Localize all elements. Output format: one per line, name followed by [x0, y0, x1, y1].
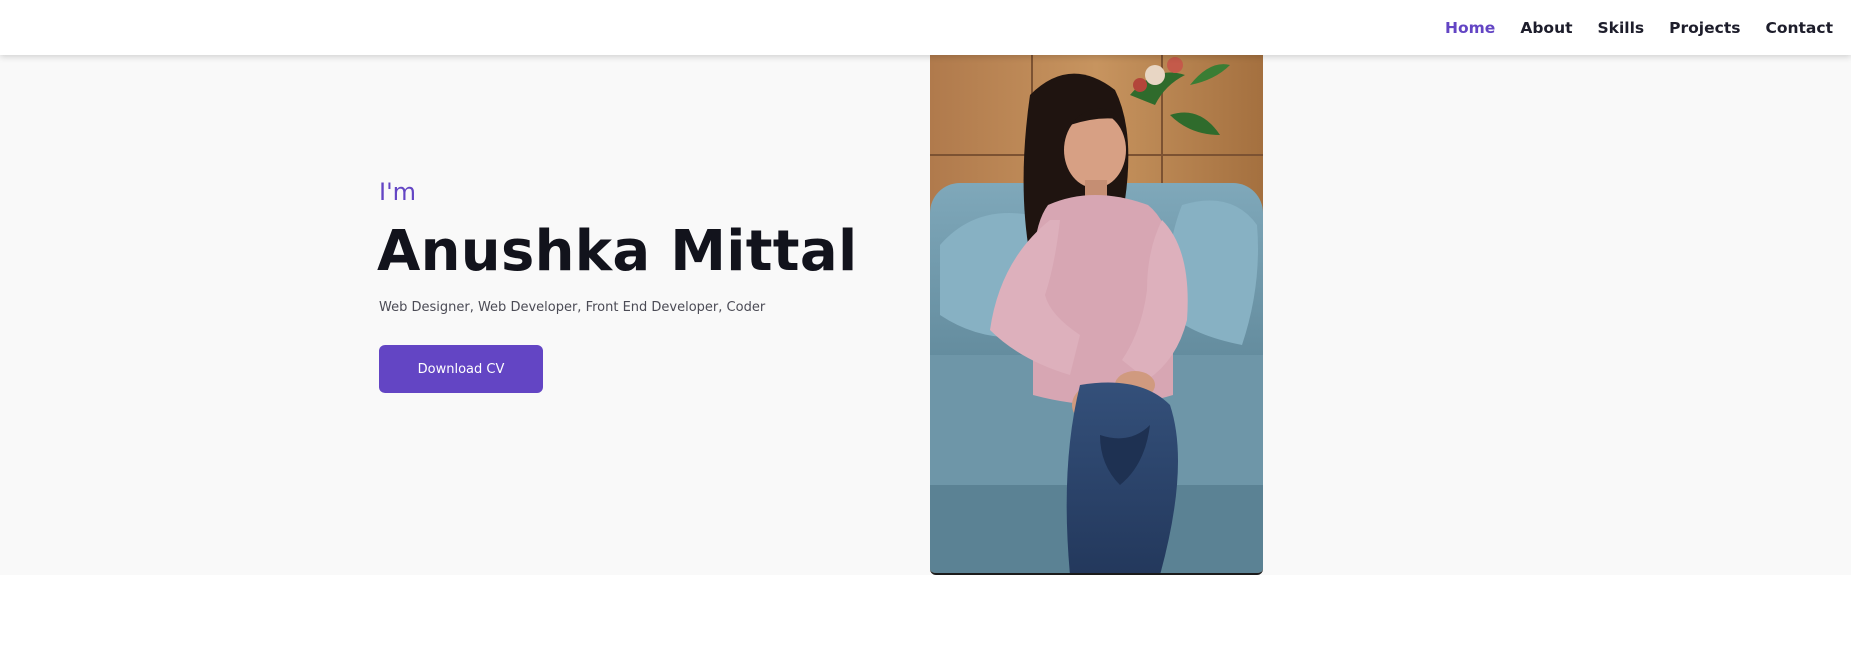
nav-item-about: About	[1520, 19, 1572, 37]
hero-roles: Web Designer, Web Developer, Front End D…	[379, 300, 766, 315]
hero-greeting: I'm	[379, 178, 417, 206]
nav-link-about[interactable]: About	[1520, 19, 1572, 37]
nav-link-projects[interactable]: Projects	[1669, 19, 1740, 37]
nav-item-contact: Contact	[1765, 19, 1833, 37]
nav-item-home: Home	[1445, 19, 1495, 37]
site-header: Home About Skills Projects Contact	[0, 0, 1851, 55]
nav-item-projects: Projects	[1669, 19, 1740, 37]
download-cv-button[interactable]: Download CV	[379, 345, 543, 393]
hero-name: Anushka Mittal	[377, 219, 858, 284]
nav-link-skills[interactable]: Skills	[1598, 19, 1645, 37]
nav-link-contact[interactable]: Contact	[1765, 19, 1833, 37]
nav-item-skills: Skills	[1598, 19, 1645, 37]
portrait-photo	[930, 55, 1263, 575]
portrait-illustration	[930, 55, 1263, 573]
hero-section: I'm Anushka Mittal Web Designer, Web Dev…	[0, 55, 1851, 575]
main-nav: Home About Skills Projects Contact	[1420, 0, 1833, 55]
nav-link-home[interactable]: Home	[1445, 19, 1495, 37]
